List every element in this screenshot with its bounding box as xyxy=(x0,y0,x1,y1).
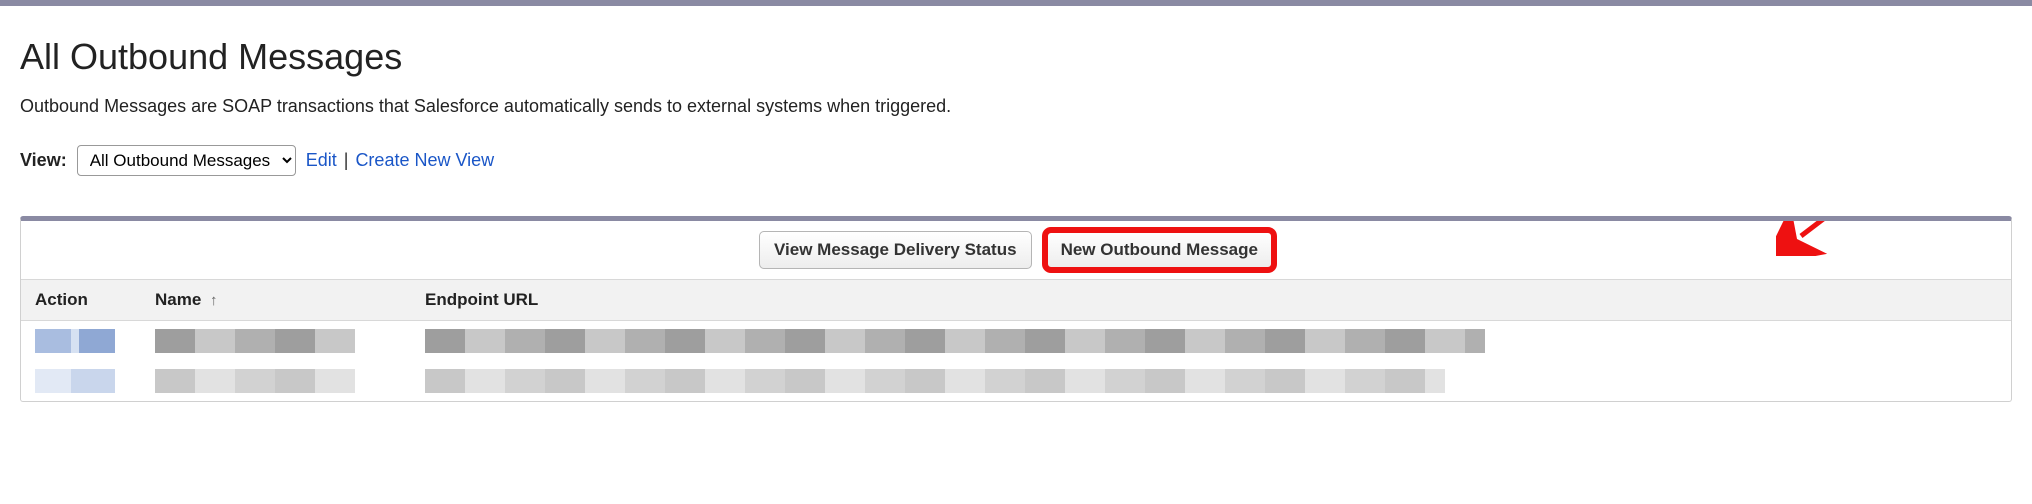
edit-view-link[interactable]: Edit xyxy=(306,150,337,170)
cell-endpoint xyxy=(411,321,2011,361)
create-new-view-link[interactable]: Create New View xyxy=(355,150,494,170)
cell-name[interactable] xyxy=(141,321,411,361)
cell-endpoint xyxy=(411,361,2011,401)
cell-name[interactable] xyxy=(141,361,411,401)
outbound-messages-panel: View Message Delivery Status New Outboun… xyxy=(20,216,2012,402)
view-selector-row: View: All Outbound Messages Edit | Creat… xyxy=(20,145,2012,176)
table-row xyxy=(21,321,2011,361)
column-header-action[interactable]: Action xyxy=(21,280,141,321)
view-delivery-status-button[interactable]: View Message Delivery Status xyxy=(759,231,1032,269)
page-description: Outbound Messages are SOAP transactions … xyxy=(20,96,2012,117)
separator: | xyxy=(342,150,351,170)
column-header-endpoint[interactable]: Endpoint URL xyxy=(411,280,2011,321)
table-row xyxy=(21,361,2011,401)
panel-toolbar: View Message Delivery Status New Outboun… xyxy=(21,221,2011,279)
column-header-name[interactable]: Name ↑ xyxy=(141,280,411,321)
page-title: All Outbound Messages xyxy=(20,36,2012,78)
new-outbound-message-button[interactable]: New Outbound Message xyxy=(1046,231,1273,269)
column-header-name-label: Name xyxy=(155,290,201,309)
sort-ascending-icon: ↑ xyxy=(210,292,218,309)
annotation-arrow-icon xyxy=(1776,216,1916,256)
cell-action[interactable] xyxy=(21,361,141,401)
cell-action[interactable] xyxy=(21,321,141,361)
outbound-messages-table: Action Name ↑ Endpoint URL xyxy=(21,279,2011,401)
view-select[interactable]: All Outbound Messages xyxy=(77,145,296,176)
view-label: View: xyxy=(20,150,67,171)
